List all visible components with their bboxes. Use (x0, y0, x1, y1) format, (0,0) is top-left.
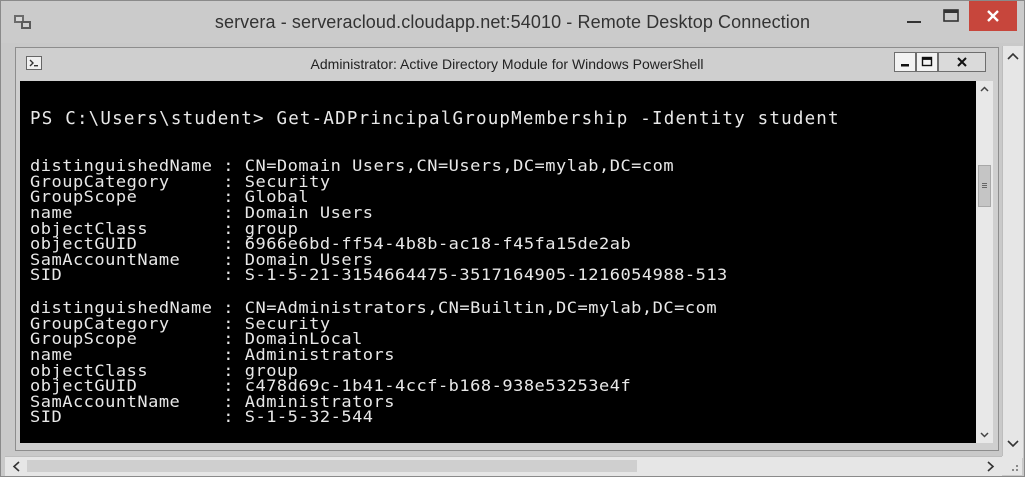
ps-scroll-up-button[interactable] (976, 81, 993, 98)
console-output[interactable]: PS C:\Users\student> Get-ADPrincipalGrou… (20, 81, 976, 443)
chevron-down-icon (1007, 440, 1019, 448)
ps-window-title: Administrator: Active Directory Module f… (310, 56, 704, 72)
rdp-scroll-left-button[interactable] (7, 457, 27, 476)
rdp-window: servera - serveracloud.cloudapp.net:5401… (0, 0, 1025, 477)
rdp-vertical-scrollbar[interactable] (1002, 46, 1023, 458)
rdp-horizontal-scrollbar[interactable] (5, 456, 1002, 476)
powershell-window: Administrator: Active Directory Module f… (15, 47, 999, 451)
rdp-scroll-down-button[interactable] (1003, 434, 1023, 452)
chevron-right-icon (987, 461, 995, 472)
ps-maximize-button[interactable] (916, 52, 938, 72)
ps-scroll-down-button[interactable] (976, 426, 993, 443)
ps-minimize-button[interactable] (894, 52, 916, 72)
ps-titlebar[interactable]: Administrator: Active Directory Module f… (16, 48, 998, 78)
close-icon (987, 10, 999, 22)
maximize-icon (921, 56, 933, 67)
chevron-down-icon (980, 432, 989, 438)
grip-icon (982, 183, 987, 188)
ps-vertical-scrollbar[interactable] (976, 81, 993, 443)
close-icon (957, 57, 967, 67)
maximize-icon (943, 9, 959, 22)
record-2-sid: SID : S-1-5-32-544 (30, 408, 374, 427)
chevron-up-icon (1007, 52, 1019, 60)
rdp-maximize-button[interactable] (933, 1, 969, 31)
rdp-scroll-up-button[interactable] (1003, 48, 1023, 66)
rdp-hscroll-thumb[interactable] (27, 460, 637, 472)
rdp-window-title: servera - serveracloud.cloudapp.net:5401… (214, 12, 811, 32)
record-1-sid: SID : S-1-5-21-3154664475-3517164905-121… (30, 266, 728, 285)
rdp-scroll-right-button[interactable] (980, 457, 1000, 476)
chevron-left-icon (12, 461, 20, 472)
chevron-up-icon (980, 86, 989, 92)
minimize-icon (907, 21, 921, 23)
rdp-minimize-button[interactable] (895, 1, 933, 31)
command-prompt-line: PS C:\Users\student> Get-ADPrincipalGrou… (30, 109, 840, 129)
minimize-icon (901, 64, 909, 67)
resize-grip[interactable] (1002, 456, 1022, 475)
resize-grip-icon (1012, 465, 1018, 471)
ps-close-button[interactable] (938, 52, 986, 72)
ps-scroll-thumb[interactable] (978, 165, 991, 207)
rdp-titlebar[interactable]: servera - serveracloud.cloudapp.net:5401… (1, 1, 1024, 43)
rdp-close-button[interactable] (969, 1, 1017, 31)
